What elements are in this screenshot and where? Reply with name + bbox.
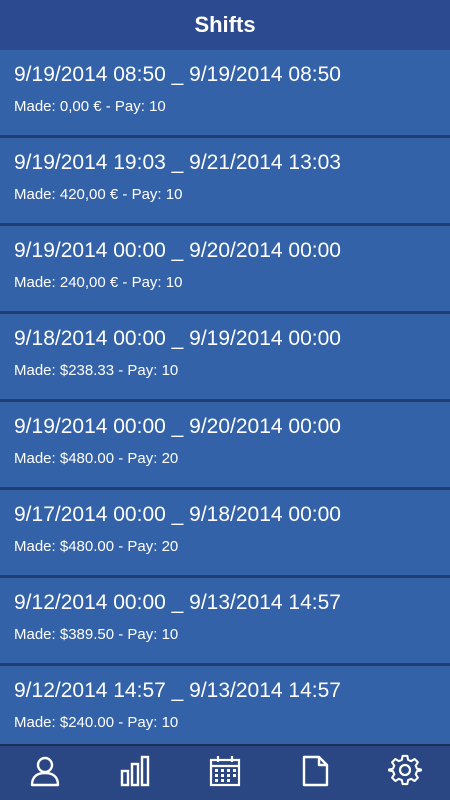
tab-profile[interactable]	[15, 747, 75, 799]
shift-row[interactable]: 9/19/2014 08:50 _ 9/19/2014 08:50 Made: …	[0, 50, 450, 135]
shift-dates: 9/19/2014 19:03 _ 9/21/2014 13:03	[14, 151, 341, 174]
shift-made-pay: Made: $389.50 - Pay: 10	[14, 626, 179, 643]
shift-row[interactable]: 9/12/2014 00:00 _ 9/13/2014 14:57 Made: …	[0, 578, 450, 663]
shift-dates: 9/19/2014 00:00 _ 9/20/2014 00:00	[14, 239, 341, 262]
bottom-tab-bar	[0, 744, 450, 800]
person-icon	[28, 754, 62, 793]
calendar-icon	[208, 754, 242, 793]
shift-dates: 9/19/2014 08:50 _ 9/19/2014 08:50	[14, 63, 341, 86]
shift-dates: 9/18/2014 00:00 _ 9/19/2014 00:00	[14, 327, 341, 350]
shift-made-pay: Made: $480.00 - Pay: 20	[14, 538, 179, 555]
shift-row[interactable]: 9/19/2014 00:00 _ 9/20/2014 00:00 Made: …	[0, 226, 450, 311]
shift-row[interactable]: 9/19/2014 00:00 _ 9/20/2014 00:00 Made: …	[0, 402, 450, 487]
tab-settings[interactable]	[375, 747, 435, 799]
shift-dates: 9/12/2014 14:57 _ 9/13/2014 14:57	[14, 679, 341, 702]
shift-row[interactable]: 9/18/2014 00:00 _ 9/19/2014 00:00 Made: …	[0, 314, 450, 399]
tab-reports[interactable]	[285, 747, 345, 799]
tab-calendar[interactable]	[195, 747, 255, 799]
shifts-list[interactable]: 9/19/2014 08:50 _ 9/19/2014 08:50 Made: …	[0, 50, 450, 744]
shift-row[interactable]: 9/12/2014 14:57 _ 9/13/2014 14:57 Made: …	[0, 666, 450, 744]
app-header: Shifts	[0, 0, 450, 50]
document-icon	[298, 754, 332, 793]
tab-statistics[interactable]	[105, 747, 165, 799]
shift-made-pay: Made: $238.33 - Pay: 10	[14, 362, 179, 379]
shift-made-pay: Made: $480.00 - Pay: 20	[14, 450, 179, 467]
bar-chart-icon	[118, 754, 152, 793]
shift-made-pay: Made: 0,00 € - Pay: 10	[14, 98, 166, 115]
shift-dates: 9/12/2014 00:00 _ 9/13/2014 14:57	[14, 591, 341, 614]
shift-dates: 9/19/2014 00:00 _ 9/20/2014 00:00	[14, 415, 341, 438]
shift-made-pay: Made: 240,00 € - Pay: 10	[14, 274, 183, 291]
gear-icon	[387, 754, 422, 793]
shift-made-pay: Made: 420,00 € - Pay: 10	[14, 186, 183, 203]
shift-row[interactable]: 9/17/2014 00:00 _ 9/18/2014 00:00 Made: …	[0, 490, 450, 575]
page-title: Shifts	[194, 12, 256, 37]
shift-dates: 9/17/2014 00:00 _ 9/18/2014 00:00	[14, 503, 341, 526]
shift-row[interactable]: 9/19/2014 19:03 _ 9/21/2014 13:03 Made: …	[0, 138, 450, 223]
shift-made-pay: Made: $240.00 - Pay: 10	[14, 714, 179, 731]
